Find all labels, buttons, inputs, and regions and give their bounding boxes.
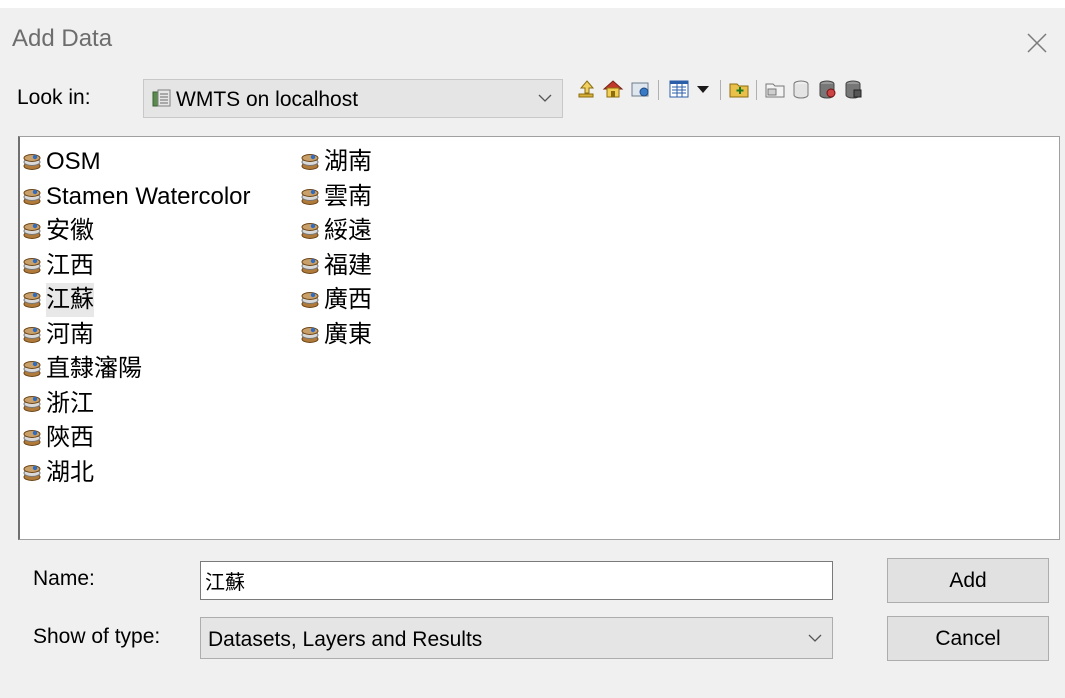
up-one-level-icon[interactable]: [576, 78, 598, 102]
view-options-dropdown-icon[interactable]: [692, 78, 714, 102]
look-in-dropdown[interactable]: WMTS on localhost: [143, 79, 563, 118]
new-file-geodatabase-icon[interactable]: [764, 78, 786, 102]
look-in-value: WMTS on localhost: [176, 88, 359, 111]
list-item[interactable]: 河南: [22, 318, 251, 353]
toolbar-separator: [756, 80, 757, 100]
list-item-label: 江西: [46, 251, 94, 279]
name-label: Name:: [33, 567, 95, 590]
list-item-label: Stamen Watercolor: [46, 182, 251, 210]
chevron-down-icon: [538, 94, 552, 102]
wmts-layer-icon: [301, 154, 319, 171]
wmts-layer-icon: [301, 326, 319, 343]
list-item-label: 河南: [46, 320, 94, 348]
list-item[interactable]: 直隸瀋陽: [22, 352, 251, 387]
look-in-label: Look in:: [17, 86, 91, 109]
title-bar: Add Data: [0, 8, 1065, 64]
toolbar-separator: [720, 80, 721, 100]
list-item-label: 江蘇: [46, 283, 94, 318]
list-item-label: 陝西: [46, 424, 94, 452]
list-item-label: 直隸瀋陽: [46, 355, 142, 383]
list-item[interactable]: OSM: [22, 145, 251, 180]
list-item-label: 廣東: [324, 320, 372, 348]
wmts-layer-icon: [23, 395, 41, 412]
list-item-label: 雲南: [324, 182, 372, 210]
wmts-connection-icon: [152, 89, 171, 107]
list-item[interactable]: 陝西: [22, 421, 251, 456]
wmts-layer-icon: [23, 430, 41, 447]
list-item[interactable]: 江西: [22, 249, 251, 284]
add-button[interactable]: Add: [887, 558, 1049, 603]
window-top-edge: [0, 0, 1065, 8]
wmts-layer-icon: [23, 292, 41, 309]
new-folder-icon[interactable]: [728, 78, 750, 102]
wmts-layer-icon: [23, 154, 41, 171]
list-item-label: OSM: [46, 148, 101, 176]
wmts-layer-icon: [301, 188, 319, 205]
list-item-label: 湖北: [46, 458, 94, 486]
list-item[interactable]: 江蘇: [22, 283, 251, 318]
new-shapefile-icon[interactable]: [816, 78, 838, 102]
list-view-icon[interactable]: [668, 78, 690, 102]
name-input[interactable]: [200, 561, 833, 600]
chevron-down-icon: [808, 634, 822, 642]
show-of-type-label: Show of type:: [33, 625, 161, 648]
new-personal-geodatabase-icon[interactable]: [790, 78, 812, 102]
list-item[interactable]: 安徽: [22, 214, 251, 249]
show-of-type-value: Datasets, Layers and Results: [208, 628, 483, 651]
list-item[interactable]: 綏遠: [300, 214, 372, 249]
home-icon[interactable]: [602, 78, 624, 102]
list-item[interactable]: 湖南: [300, 145, 372, 180]
new-layer-icon[interactable]: [842, 78, 864, 102]
wmts-layer-icon: [301, 257, 319, 274]
list-item-label: 福建: [324, 251, 372, 279]
wmts-layer-icon: [23, 361, 41, 378]
toolbar-separator: [658, 80, 659, 100]
wmts-layer-icon: [23, 223, 41, 240]
file-list[interactable]: OSM Stamen Watercolor 安徽江西江蘇 河南直隸瀋陽浙江陝西湖北 湖…: [18, 136, 1060, 540]
list-item[interactable]: 雲南: [300, 180, 372, 215]
file-list-column: 湖南雲南綏遠福建廣西廣東: [300, 145, 372, 352]
file-list-column: OSM Stamen Watercolor 安徽江西江蘇 河南直隸瀋陽浙江陝西湖北: [22, 145, 251, 490]
connect-to-folder-icon[interactable]: [630, 78, 652, 102]
list-item[interactable]: 浙江: [22, 387, 251, 422]
wmts-layer-icon: [23, 464, 41, 481]
wmts-layer-icon: [23, 257, 41, 274]
wmts-layer-icon: [23, 326, 41, 343]
list-item-label: 浙江: [46, 389, 94, 417]
list-item[interactable]: 湖北: [22, 456, 251, 491]
cancel-button[interactable]: Cancel: [887, 616, 1049, 661]
list-item[interactable]: Stamen Watercolor: [22, 180, 251, 215]
list-item[interactable]: 廣西: [300, 283, 372, 318]
list-item-label: 廣西: [324, 286, 372, 314]
list-item[interactable]: 廣東: [300, 318, 372, 353]
list-item-label: 綏遠: [324, 217, 372, 245]
list-item-label: 安徽: [46, 217, 94, 245]
wmts-layer-icon: [301, 223, 319, 240]
show-of-type-dropdown[interactable]: Datasets, Layers and Results: [200, 617, 833, 659]
list-item[interactable]: 福建: [300, 249, 372, 284]
close-icon[interactable]: [1022, 28, 1052, 58]
wmts-layer-icon: [301, 292, 319, 309]
wmts-layer-icon: [23, 188, 41, 205]
dialog-title: Add Data: [12, 25, 113, 52]
list-item-label: 湖南: [324, 148, 372, 176]
